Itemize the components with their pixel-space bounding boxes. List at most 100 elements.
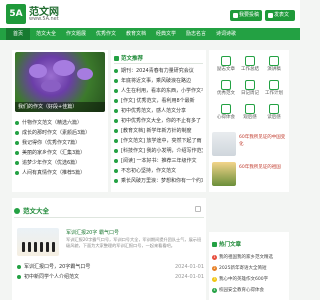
submit-article-label: 我要投稿 — [239, 12, 260, 18]
list-item-title: 初中优秀作文大全，你的不止有多了 — [121, 118, 202, 124]
category-label: 读后感 — [267, 115, 281, 120]
flower-petal — [53, 60, 75, 76]
list-item[interactable]: 年底将近文事，乘风破浪在路边 — [114, 76, 203, 86]
essays-list: 军训汇报口号，20字霸气口号 初中新同学个人介绍范文 — [17, 262, 121, 282]
article-description: 军训汇报20字霸气口号，军训口号大全，军训期间提升团队士气，展示班级风貌，下面为… — [66, 237, 202, 248]
list-item[interactable]: 期刊：2024青春有力量研究会议 — [114, 66, 203, 76]
category-diary[interactable]: 日记周记 — [239, 80, 261, 102]
thumb-caption[interactable]: 60年我所见证的中国变化 — [239, 134, 287, 148]
nav-item-topics[interactable]: 作文题展 — [62, 28, 90, 40]
edit-icon — [233, 13, 238, 18]
nav-item-home[interactable]: 首页 — [6, 28, 30, 40]
nav-item-literature[interactable]: 经典文学 — [152, 28, 180, 40]
category-label: 心得体会 — [217, 115, 235, 120]
list-item-title: 校园安全教育心得体会 — [219, 288, 264, 293]
thumb-image[interactable] — [212, 162, 236, 186]
figure — [46, 242, 49, 252]
section-title: 范文大全 — [14, 205, 49, 215]
bullet-icon — [114, 119, 118, 123]
nav-item-poetry[interactable]: 诗词诗歌 — [212, 28, 240, 40]
list-item[interactable]: 2 2025新年寄语大全简短 — [212, 263, 287, 274]
article-title[interactable]: 军训汇报20字 霸气口号 — [66, 229, 119, 236]
thumb-image[interactable] — [212, 132, 236, 156]
list-item-date: 2024-01-01 — [124, 262, 204, 272]
list-item-title: [教育文档] 新学年新方针的制度 — [121, 128, 192, 134]
bullet-icon — [114, 159, 118, 163]
calendar-icon — [245, 80, 255, 90]
site-logo[interactable]: 5A — [6, 4, 26, 24]
category-inspiration[interactable]: 励志文章 — [215, 56, 237, 78]
category-speech[interactable]: 演讲稿 — [263, 56, 285, 78]
figure — [34, 242, 37, 252]
category-movie-review[interactable]: 观后感 — [239, 104, 261, 126]
figure — [52, 242, 55, 252]
list-item[interactable]: 成长的那时作文（素颜后3篇） — [15, 128, 105, 138]
bullet-icon — [114, 149, 118, 153]
section-mark-icon — [114, 56, 119, 61]
list-item[interactable]: 追梦少年作文（优选6篇） — [15, 158, 105, 168]
list-item-title: 军训汇报口号，20字霸气口号 — [24, 264, 91, 270]
list-item[interactable]: 初中优秀作文大全，你的不止有多了 — [114, 116, 203, 126]
list-item[interactable]: 美丽的家乡作文（汇集3篇） — [15, 148, 105, 158]
list-item[interactable]: 3 我心中的英雄作文600字 — [212, 274, 287, 285]
list-item[interactable]: [作文] 优秀范文，看利用8个最新 — [114, 96, 203, 106]
nav-item-education[interactable]: 教育文档 — [122, 28, 150, 40]
publish-article-button[interactable]: 发表文章 — [265, 10, 295, 29]
list-item-title: [阅读] 一本好书：推荐三年级作文 — [121, 158, 197, 164]
list-item[interactable]: 初中新同学个人介绍范文 — [17, 272, 121, 282]
list-item[interactable]: 我记得你（优秀作文7篇） — [15, 138, 105, 148]
list-item-title: 我心中的英雄作文600字 — [219, 277, 269, 282]
nav-item-essays[interactable]: 范文大全 — [32, 28, 60, 40]
list-item[interactable]: [阅读] 一本好书：推荐三年级作文 — [114, 156, 203, 166]
rank-badge: 4 — [212, 288, 217, 293]
bullet-icon — [15, 131, 19, 135]
nav-item-quotes[interactable]: 励志名言 — [182, 28, 210, 40]
essays-date-list: 2024-01-01 2024-01-01 — [124, 262, 204, 282]
list-item[interactable]: [作文范文] 放学途中，突然下起了雨 — [114, 136, 203, 146]
category-excellent[interactable]: 优秀范文 — [215, 80, 237, 102]
list-item-title: 人间有真情作文（推荐5篇） — [22, 170, 86, 176]
list-item[interactable]: 军训汇报口号，20字霸气口号 — [17, 262, 121, 272]
nav-item-excellent[interactable]: 优秀作文 — [92, 28, 120, 40]
bullet-icon — [114, 109, 118, 113]
bullet-icon — [114, 79, 118, 83]
list-item-title: 期刊：2024青春有力量研究会议 — [121, 68, 194, 74]
category-label: 优秀范文 — [217, 91, 235, 96]
list-item[interactable]: 初中优秀范文，感人范文分享 — [114, 106, 203, 116]
bullet-icon — [114, 99, 118, 103]
category-work-plan[interactable]: 工作计划 — [263, 80, 285, 102]
list-item[interactable]: 人生在利用，看本的东西，小学作文不人生 — [114, 86, 203, 96]
list-item[interactable]: 人间有真情作文（推荐5篇） — [15, 168, 105, 178]
category-label: 观后感 — [243, 115, 257, 120]
category-work-summary[interactable]: 工作总结 — [239, 56, 261, 78]
featured-photo[interactable]: 我们的作文（好段+佳篇） — [15, 52, 105, 112]
list-item[interactable]: 1 我的祖国我的家乡范文精选 — [212, 252, 287, 263]
submit-article-button[interactable]: 我要投稿 — [230, 10, 262, 21]
publish-article-label: 发表文章 — [274, 12, 290, 29]
list-item-date-text: 2024-01-01 — [174, 274, 204, 280]
list-item[interactable]: 什物作文范文（精选六篇） — [15, 118, 105, 128]
list-item[interactable]: 乘长风破万里浪：梦想和你有一个约定 — [114, 176, 203, 186]
category-reflection[interactable]: 心得体会 — [215, 104, 237, 126]
list-item[interactable]: [教育文档] 新学年新方针的制度 — [114, 126, 203, 136]
flower-petal — [41, 80, 61, 92]
bullet-icon — [17, 275, 21, 279]
category-book-review[interactable]: 读后感 — [263, 104, 285, 126]
recommend-title-text: 范文推荐 — [121, 56, 144, 62]
bullet-icon — [15, 141, 19, 145]
list-item[interactable]: 4 校园安全教育心得体会 — [212, 285, 287, 296]
section-title-text: 范文大全 — [23, 207, 49, 215]
hot-title-text: 热门文章 — [219, 242, 242, 248]
divider — [114, 63, 203, 64]
list-item[interactable]: 不忘初心坚持，作文范文 — [114, 166, 203, 176]
pen-icon — [268, 13, 273, 18]
more-icon[interactable] — [195, 206, 201, 212]
categories-panel: 励志文章 工作总结 演讲稿 优秀范文 日记周记 工作计划 心得体会 观后感 读后… — [209, 50, 289, 192]
article-image[interactable] — [17, 228, 59, 256]
list-item-title: 初中新同学个人介绍范文 — [24, 274, 80, 280]
list-item[interactable]: [科技作文] 我的小发明，介绍写作范文 — [114, 146, 203, 156]
bullet-icon — [17, 265, 21, 269]
category-label: 演讲稿 — [267, 67, 281, 72]
list-item-title: 不忘初心坚持，作文范文 — [121, 168, 177, 174]
thumb-caption[interactable]: 60年我所见证的祖国 — [239, 164, 287, 171]
